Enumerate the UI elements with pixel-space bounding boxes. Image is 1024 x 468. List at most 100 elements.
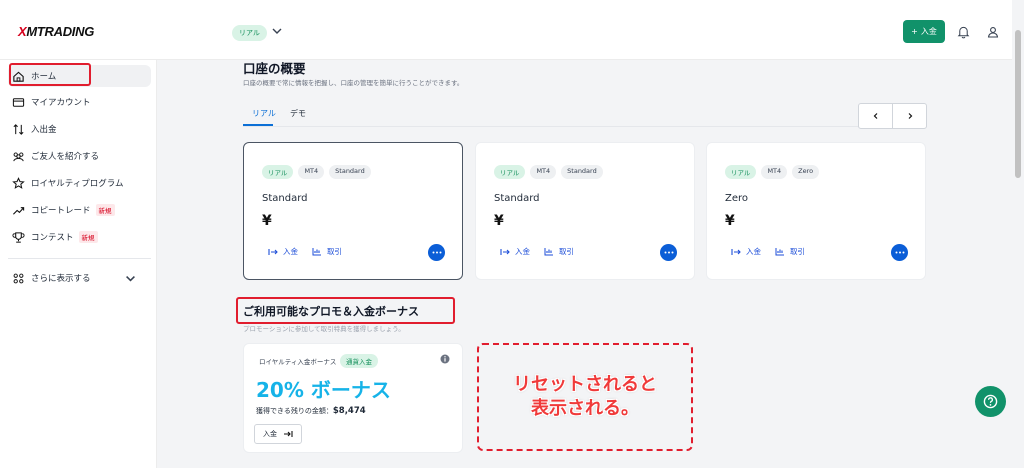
plus-icon: +	[911, 27, 918, 36]
user-icon	[987, 27, 999, 38]
tag-real: リアル	[494, 165, 526, 179]
grid-icon	[13, 273, 24, 283]
star-icon	[12, 176, 25, 189]
more-options-button[interactable]	[891, 244, 908, 261]
tag-real: リアル	[262, 165, 294, 179]
help-icon	[983, 394, 998, 409]
card-trade-link[interactable]: 取引	[312, 246, 342, 257]
promo-card[interactable]: ロイヤルティ入金ボーナス 通貨入金 20% ボーナス 獲得できる残りの金額：$8…	[243, 343, 463, 453]
trade-label: 取引	[327, 247, 342, 256]
annotation-text: リセットされると 表示される。	[513, 374, 657, 419]
overview-title: 口座の概要	[243, 61, 306, 76]
sidebar-item-label: ロイヤルティプログラム	[31, 179, 124, 189]
account-name: Standard	[494, 193, 540, 204]
trade-label: 取引	[790, 247, 805, 256]
remaining-label: 獲得できる残りの金額：	[256, 407, 333, 415]
account-tags: リアル MT4 Standard	[262, 165, 371, 179]
account-tags: リアル MT4 Standard	[494, 165, 603, 179]
promo-headline: 20% ボーナス	[256, 378, 391, 402]
chevron-down-icon[interactable]	[270, 24, 284, 38]
chart-icon	[544, 248, 553, 256]
info-icon[interactable]	[440, 354, 450, 364]
remaining-value: $8,474	[332, 406, 366, 416]
chart-icon	[775, 248, 784, 256]
account-tags: リアル MT4 Zero	[725, 165, 820, 179]
more-dots-icon	[664, 251, 673, 254]
card-trade-link[interactable]: 取引	[775, 246, 805, 257]
new-badge: 新規	[78, 231, 98, 243]
deposit-arrow-icon	[731, 248, 741, 255]
more-options-button[interactable]	[660, 244, 677, 261]
trophy-icon	[12, 231, 25, 243]
tab-demo[interactable]: デモ	[290, 108, 306, 119]
sidebar-item-label: ご友人を紹介する	[31, 152, 100, 162]
card-deposit-link[interactable]: 入金	[500, 246, 530, 257]
card-trade-link[interactable]: 取引	[544, 246, 574, 257]
tag-account-type: Standard	[561, 165, 603, 179]
sidebar-item-my-account[interactable]: マイアカウント	[8, 91, 151, 113]
sidebar-item-copy-trade[interactable]: コピートレード 新規	[8, 199, 151, 221]
next-button[interactable]	[893, 104, 926, 128]
chevron-down-icon	[126, 275, 135, 282]
account-card[interactable]: リアル MT4 Standard Standard ¥ 入金 取引	[475, 142, 695, 280]
sidebar-item-deposit-withdraw[interactable]: 入出金	[8, 118, 151, 140]
sidebar-show-more[interactable]: さらに表示する	[8, 267, 151, 289]
deposit-label: 入金	[515, 247, 530, 256]
deposit-label: 入金	[283, 247, 298, 256]
transfer-arrows-icon	[13, 123, 24, 135]
tabs-divider	[243, 126, 927, 127]
sidebar-item-label: マイアカウント	[31, 98, 91, 108]
card-deposit-link[interactable]: 入金	[731, 246, 761, 257]
account-balance: ¥	[262, 213, 272, 229]
sidebar-item-contest[interactable]: コンテスト 新規	[8, 226, 151, 248]
header-deposit-button[interactable]: + 入金	[903, 20, 945, 43]
deposit-arrow-icon	[268, 248, 278, 255]
header-deposit-label: 入金	[920, 27, 937, 36]
trend-up-icon	[12, 206, 25, 215]
sidebar-item-refer-friend[interactable]: ご友人を紹介する	[8, 145, 151, 167]
prev-button[interactable]	[859, 104, 893, 128]
user-menu-button[interactable]	[982, 20, 1004, 44]
help-button[interactable]	[975, 386, 1006, 417]
account-name: Zero	[725, 193, 749, 204]
promo-deposit-label: 入金	[263, 430, 277, 438]
promo-label: ロイヤルティ入金ボーナス	[259, 358, 337, 366]
more-dots-icon	[895, 251, 904, 254]
sidebar: ホーム マイアカウント 入出金 ご友人を紹介する ロイヤルティプログラム コピー…	[0, 60, 157, 468]
more-dots-icon	[432, 251, 441, 254]
account-balance: ¥	[494, 213, 504, 229]
sidebar-item-label: コンテスト	[31, 233, 74, 243]
tag-platform: MT4	[298, 165, 325, 179]
deposit-arrow-icon	[284, 431, 293, 437]
tag-account-type: Zero	[792, 165, 820, 179]
deposit-arrow-icon	[500, 248, 510, 255]
new-badge: 新規	[95, 204, 115, 216]
bell-icon[interactable]	[957, 25, 970, 39]
sidebar-item-label: さらに表示する	[31, 274, 91, 284]
tag-account-type: Standard	[329, 165, 371, 179]
tab-real[interactable]: リアル	[252, 108, 276, 119]
promos-title-highlight	[236, 297, 455, 324]
sidebar-item-loyalty[interactable]: ロイヤルティプログラム	[8, 172, 151, 194]
promo-deposit-button[interactable]: 入金	[254, 424, 302, 444]
account-card[interactable]: リアル MT4 Zero Zero ¥ 入金 取引	[706, 142, 926, 280]
account-type-pill[interactable]: リアル	[232, 25, 267, 41]
wallet-icon	[12, 97, 25, 107]
chevron-right-icon	[908, 113, 912, 119]
more-options-button[interactable]	[428, 244, 445, 261]
card-deposit-link[interactable]: 入金	[268, 246, 298, 257]
scrollbar-thumb[interactable]	[1015, 30, 1021, 178]
promo-remaining: 獲得できる残りの金額：$8,474	[256, 406, 366, 416]
tag-platform: MT4	[530, 165, 557, 179]
trade-label: 取引	[559, 247, 574, 256]
annotation-box: リセットされると 表示される。	[477, 343, 693, 451]
xm-logo[interactable]: XMTRADING	[18, 24, 94, 39]
tag-platform: MT4	[761, 165, 788, 179]
deposit-label: 入金	[746, 247, 761, 256]
account-actions: 入金 取引	[268, 246, 342, 257]
sidebar-divider	[8, 258, 151, 259]
account-actions: 入金 取引	[731, 246, 805, 257]
tag-real: リアル	[725, 165, 757, 179]
account-pager	[858, 103, 927, 129]
account-card[interactable]: リアル MT4 Standard Standard ¥ 入金 取引	[243, 142, 463, 280]
